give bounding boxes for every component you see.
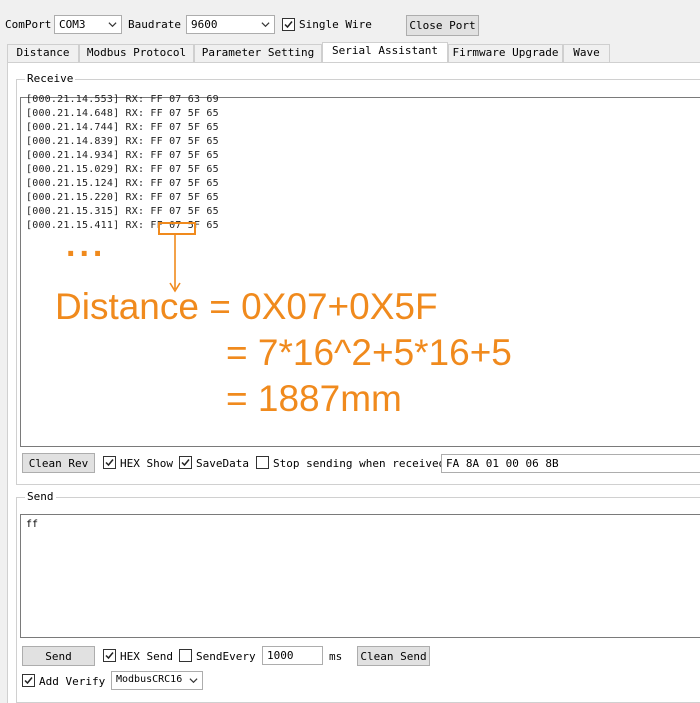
save-data-label: SaveData	[196, 457, 249, 470]
receive-line: [000.21.14.744] RX: FF 07 5F 65	[26, 122, 219, 133]
add-verify-checkbox[interactable]	[22, 674, 35, 687]
baudrate-value: 9600	[191, 18, 218, 31]
annotation-line-1: Distance = 0X07+0X5F	[55, 286, 438, 327]
clean-rev-button[interactable]: Clean Rev	[22, 453, 95, 473]
receive-line: [000.21.15.029] RX: FF 07 5F 65	[26, 164, 219, 175]
receive-textarea[interactable]: [000.21.14.553] RX: FF 07 63 69 [000.21.1…	[20, 94, 700, 447]
receive-group: Receive [000.21.14.553] RX: FF 07 63 69[…	[16, 72, 700, 485]
hex-show-checkbox[interactable]	[103, 456, 116, 469]
send-every-label: SendEvery	[196, 650, 256, 663]
tab-modbus-protocol[interactable]: Modbus Protocol	[79, 44, 194, 62]
send-group: Send ff Send HEX Send SendEvery 1000 ms …	[16, 490, 700, 703]
tab-parameter-setting[interactable]: Parameter Setting	[194, 44, 322, 62]
baudrate-label: Baudrate	[128, 18, 181, 31]
checkmark-icon	[24, 677, 33, 685]
baudrate-select[interactable]: 9600	[186, 15, 275, 34]
send-button[interactable]: Send	[22, 646, 95, 666]
receive-line: [000.21.15.315] RX: FF 07 5F 65	[26, 206, 219, 217]
clean-send-button[interactable]: Clean Send	[357, 646, 430, 666]
receive-line: [000.21.14.648] RX: FF 07 5F 65	[26, 108, 219, 119]
checkmark-icon	[105, 459, 114, 467]
add-verify-label: Add Verify	[39, 675, 106, 688]
checkmark-icon	[105, 652, 114, 660]
receive-line: [000.21.15.124] RX: FF 07 5F 65	[26, 178, 219, 189]
verify-method-value: ModbusCRC16	[116, 674, 183, 685]
verify-method-select[interactable]: ModbusCRC16	[111, 671, 203, 690]
checkmark-icon	[181, 459, 190, 467]
tab-wave[interactable]: Wave	[563, 44, 610, 62]
hex-show-label: HEX Show	[120, 457, 173, 470]
serial-assistant-panel: Receive [000.21.14.553] RX: FF 07 63 69[…	[7, 62, 700, 703]
comport-select[interactable]: COM3	[54, 15, 122, 34]
checkmark-icon	[284, 21, 293, 29]
highlight-box	[158, 222, 196, 235]
arrow-down-icon	[169, 235, 181, 293]
single-wire-checkbox[interactable]	[282, 18, 295, 31]
annotation-line-2: = 7*16^2+5*16+5	[226, 332, 512, 373]
receive-line: [000.21.14.839] RX: FF 07 5F 65	[26, 136, 219, 147]
tab-firmware-upgrade[interactable]: Firmware Upgrade	[448, 44, 563, 62]
tab-serial-assistant[interactable]: Serial Assistant	[322, 42, 448, 63]
hex-send-checkbox[interactable]	[103, 649, 116, 662]
receive-line: [000.21.15.220] RX: FF 07 5F 65	[26, 192, 219, 203]
send-textarea[interactable]: ff	[20, 514, 700, 638]
single-wire-label: Single Wire	[299, 18, 372, 31]
receive-group-title: Receive	[25, 72, 76, 85]
stop-sending-input[interactable]: FA 8A 01 00 06 8B	[441, 454, 700, 473]
interval-unit-label: ms	[329, 650, 343, 663]
save-data-checkbox[interactable]	[179, 456, 192, 469]
stop-sending-checkbox[interactable]	[256, 456, 269, 469]
receive-line: [000.21.14.934] RX: FF 07 5F 65	[26, 150, 219, 161]
receive-line: [000.21.14.553] RX: FF 07 63 69	[26, 94, 219, 105]
close-port-button[interactable]: Close Port	[406, 15, 479, 36]
tab-distance[interactable]: Distance	[7, 44, 79, 62]
annotation-ellipsis: ...	[66, 226, 107, 264]
comport-label: ComPort	[5, 18, 52, 31]
stop-sending-label: Stop sending when received	[273, 457, 446, 470]
comport-value: COM3	[59, 18, 86, 31]
chevron-down-icon	[189, 678, 198, 684]
send-every-checkbox[interactable]	[179, 649, 192, 662]
chevron-down-icon	[108, 22, 117, 28]
chevron-down-icon	[261, 22, 270, 28]
hex-send-label: HEX Send	[120, 650, 173, 663]
annotation-line-3: = 1887mm	[226, 378, 402, 419]
send-interval-input[interactable]: 1000	[262, 646, 323, 665]
send-group-title: Send	[25, 490, 56, 503]
